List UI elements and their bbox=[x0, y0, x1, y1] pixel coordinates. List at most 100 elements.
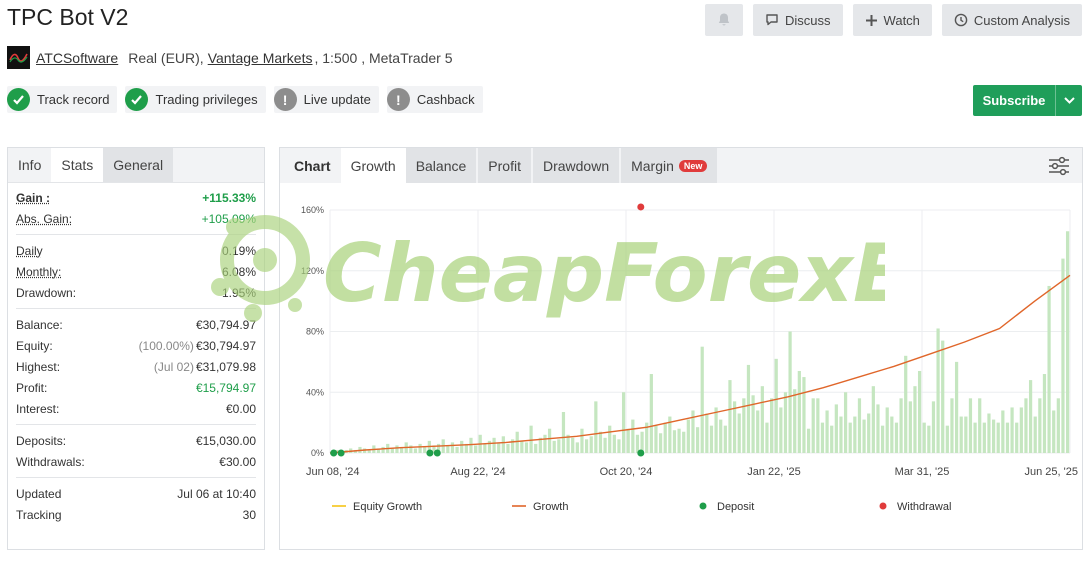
y-tick-label: 40% bbox=[306, 387, 324, 397]
bar bbox=[635, 434, 640, 453]
chevron-down-icon bbox=[1063, 97, 1075, 104]
chat-icon bbox=[766, 14, 778, 26]
chart-settings-button[interactable] bbox=[1048, 156, 1070, 181]
bar bbox=[413, 448, 418, 453]
bar bbox=[913, 386, 917, 453]
stat-label: Tracking bbox=[16, 507, 62, 522]
bar bbox=[390, 448, 394, 453]
x-tick-label: Jun 25, '25 bbox=[1025, 466, 1078, 478]
bar bbox=[904, 355, 908, 453]
verification-badges: Track record Trading privileges ! Live u… bbox=[7, 86, 483, 113]
notification-bell-button[interactable] bbox=[705, 4, 744, 36]
badge-trading-privileges[interactable]: Trading privileges bbox=[125, 86, 266, 113]
custom-analysis-label: Custom Analysis bbox=[973, 12, 1070, 28]
stat-interest: Interest: €0.00 bbox=[16, 398, 256, 419]
bar bbox=[709, 425, 714, 453]
bar bbox=[806, 428, 811, 453]
tab-growth[interactable]: Growth bbox=[340, 148, 406, 183]
discuss-button[interactable]: Discuss bbox=[753, 4, 843, 36]
bar bbox=[996, 422, 1000, 453]
bar bbox=[1038, 398, 1042, 453]
stat-label[interactable]: Daily bbox=[16, 244, 43, 258]
check-icon bbox=[7, 88, 30, 111]
subscribe-button-group: Subscribe bbox=[973, 85, 1082, 116]
bar bbox=[608, 425, 612, 453]
subscribe-button[interactable]: Subscribe bbox=[973, 85, 1055, 116]
bar bbox=[547, 428, 552, 453]
broker-link[interactable]: Vantage Markets bbox=[208, 50, 313, 66]
tab-drawdown[interactable]: Drawdown bbox=[532, 148, 622, 183]
bar bbox=[497, 442, 501, 453]
bar bbox=[589, 436, 593, 453]
bar bbox=[843, 392, 848, 453]
bar bbox=[973, 422, 977, 453]
tab-stats[interactable]: Stats bbox=[51, 148, 104, 182]
bar bbox=[839, 416, 843, 453]
stat-profit: Profit: €15,794.97 bbox=[16, 377, 256, 398]
bar bbox=[820, 422, 825, 453]
chart-panel: Chart Growth Balance Profit Drawdown Mar… bbox=[279, 147, 1083, 550]
bar bbox=[487, 440, 492, 453]
legend-label: Withdrawal bbox=[897, 501, 951, 513]
bar bbox=[788, 331, 792, 453]
tab-info[interactable]: Info bbox=[8, 148, 51, 182]
tab-profit[interactable]: Profit bbox=[478, 148, 533, 183]
legend-label: Deposit bbox=[717, 501, 754, 513]
plus-icon bbox=[865, 14, 877, 26]
bar bbox=[917, 370, 922, 453]
bar bbox=[853, 416, 857, 453]
bar bbox=[520, 440, 524, 453]
divider bbox=[16, 308, 256, 309]
bar bbox=[765, 422, 769, 453]
bar bbox=[381, 446, 385, 453]
stat-label[interactable]: Monthly: bbox=[16, 265, 61, 279]
custom-analysis-button[interactable]: Custom Analysis bbox=[941, 4, 1082, 36]
developer-link[interactable]: ATCSoftware bbox=[36, 50, 118, 66]
x-tick-label: Jan 22, '25 bbox=[747, 466, 800, 478]
tab-balance[interactable]: Balance bbox=[405, 148, 479, 183]
bar bbox=[705, 413, 709, 453]
watch-button[interactable]: Watch bbox=[852, 4, 932, 36]
new-badge: New bbox=[678, 159, 708, 172]
bar bbox=[991, 419, 996, 453]
tab-margin[interactable]: Margin New bbox=[621, 148, 720, 183]
bar bbox=[571, 437, 575, 453]
sliders-icon bbox=[1049, 156, 1069, 176]
subscribe-dropdown-button[interactable] bbox=[1055, 85, 1082, 116]
stat-label: Updated bbox=[16, 486, 62, 501]
bar bbox=[719, 419, 723, 453]
withdrawal-point bbox=[637, 203, 645, 211]
bar bbox=[663, 422, 667, 453]
bar bbox=[418, 443, 422, 453]
growth-chart: 0% 40% 80% 120% 160% Jun 08, '24 Aug 22, '24 Oc… bbox=[301, 203, 1078, 513]
stat-highest: Highest: (Jul 02) €31,079.98 bbox=[16, 356, 256, 377]
bar bbox=[529, 425, 533, 453]
stat-gain: Gain : +115.33% bbox=[16, 187, 256, 208]
badge-live-update[interactable]: ! Live update bbox=[273, 86, 379, 113]
stat-deposits: Deposits: €15,030.00 bbox=[16, 430, 256, 451]
account-type: Real (EUR), bbox=[128, 49, 204, 66]
bar bbox=[1015, 422, 1019, 453]
wave-logo-icon bbox=[9, 53, 28, 63]
bar bbox=[557, 439, 561, 453]
watch-label: Watch bbox=[883, 12, 920, 28]
bar bbox=[797, 370, 801, 453]
stat-value: €30,794.97 bbox=[195, 338, 256, 353]
badge-label: Track record bbox=[37, 92, 110, 107]
bar bbox=[1052, 410, 1056, 453]
stat-label[interactable]: Gain : bbox=[16, 191, 50, 205]
stat-label[interactable]: Abs. Gain: bbox=[16, 212, 72, 226]
badge-label: Live update bbox=[303, 92, 371, 107]
bar bbox=[880, 425, 885, 453]
account-info: ATCSoftware Real (EUR), Vantage Markets … bbox=[7, 46, 452, 69]
bar bbox=[658, 433, 663, 453]
deposit-point bbox=[433, 449, 441, 457]
legend-marker bbox=[879, 502, 887, 510]
tab-general[interactable]: General bbox=[103, 148, 174, 182]
badge-track-record[interactable]: Track record bbox=[7, 86, 118, 113]
bar bbox=[423, 446, 427, 453]
chart-tabs-label: Chart bbox=[294, 157, 331, 174]
bar bbox=[1042, 374, 1047, 453]
badge-cashback[interactable]: ! Cashback bbox=[386, 86, 483, 113]
bar bbox=[978, 398, 982, 453]
